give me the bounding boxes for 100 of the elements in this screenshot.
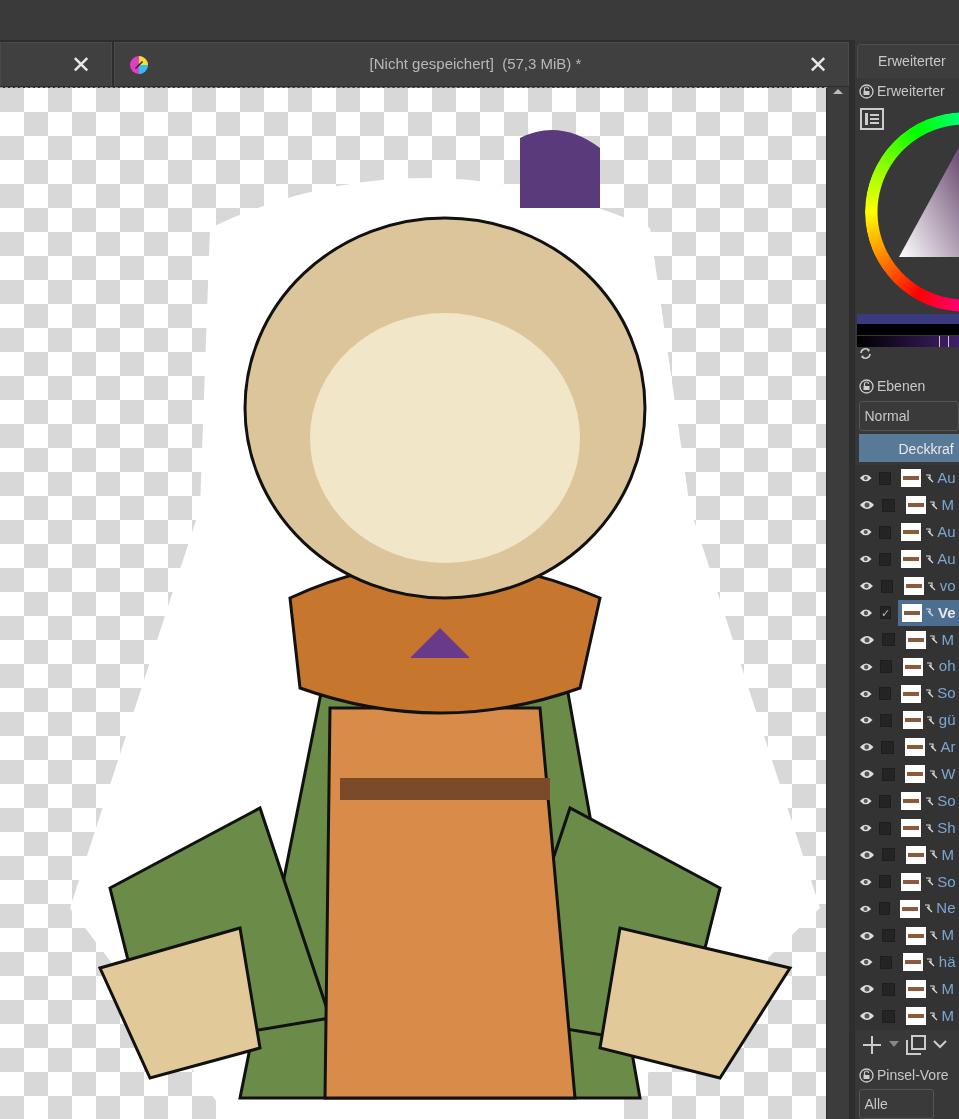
layer-row[interactable]: hä: [855, 949, 959, 976]
inherit-alpha-icon[interactable]: [924, 796, 934, 806]
list-view-icon[interactable]: [860, 108, 884, 130]
layer-row[interactable]: M: [855, 975, 959, 1003]
layer-name: gü: [938, 710, 956, 731]
inherit-alpha-icon[interactable]: [929, 984, 938, 994]
inherit-alpha-icon[interactable]: [923, 904, 933, 914]
inherit-alpha-icon[interactable]: [929, 1011, 938, 1021]
layer-row[interactable]: Sh: [855, 814, 959, 842]
layer-row[interactable]: W: [855, 760, 959, 788]
eye-icon[interactable]: [859, 741, 875, 754]
opacity-slider[interactable]: Deckkraf: [858, 434, 959, 462]
document-tab[interactable]: ✕: [0, 42, 112, 86]
layer-name: M: [941, 495, 954, 516]
color-triangle[interactable]: [899, 147, 959, 257]
slider-label: Deckkraf: [898, 440, 954, 460]
eye-icon[interactable]: [859, 580, 874, 592]
eye-icon[interactable]: [859, 499, 875, 512]
inherit-alpha-icon[interactable]: [928, 742, 937, 752]
lock-icon[interactable]: [858, 84, 874, 99]
duplicate-layer-button[interactable]: [906, 1033, 926, 1055]
layer-row[interactable]: So: [855, 680, 959, 707]
chevron-down-icon[interactable]: [933, 1038, 947, 1049]
eye-icon[interactable]: [859, 633, 875, 646]
inherit-alpha-icon[interactable]: [924, 823, 934, 833]
add-layer-button[interactable]: [862, 1033, 882, 1055]
eye-icon[interactable]: [859, 1010, 875, 1023]
blend-mode-select[interactable]: Normal: [858, 400, 959, 431]
layer-row[interactable]: So: [855, 787, 959, 815]
inherit-alpha-icon[interactable]: [929, 850, 938, 860]
eye-icon[interactable]: [859, 660, 874, 673]
layer-name: So: [937, 790, 956, 811]
layer-thumbnail: [902, 711, 923, 730]
lock-icon[interactable]: [858, 379, 874, 395]
layer-thumbnail: [901, 550, 922, 569]
layer-name: Ar: [940, 737, 956, 758]
color-slider[interactable]: [857, 336, 959, 347]
eye-icon[interactable]: [859, 956, 874, 969]
layer-name: So: [937, 683, 956, 704]
layer-name: M: [941, 844, 954, 865]
layer-name: Au: [937, 548, 956, 569]
eye-icon[interactable]: [859, 929, 875, 942]
layer-name: So: [937, 871, 956, 892]
inherit-alpha-icon[interactable]: [924, 527, 934, 537]
inherit-alpha-icon[interactable]: [926, 715, 936, 725]
inherit-alpha-icon[interactable]: [929, 931, 938, 941]
filter-select[interactable]: Alle: [858, 1089, 934, 1119]
inherit-alpha-icon[interactable]: [929, 635, 938, 645]
caret-icon[interactable]: [889, 1040, 899, 1047]
close-button[interactable]: ✕: [65, 52, 97, 77]
layer-thumbnail: [905, 845, 926, 864]
layer-row[interactable]: Au: [855, 465, 959, 492]
inherit-alpha-icon[interactable]: [926, 662, 936, 672]
inherit-alpha-icon[interactable]: [924, 877, 934, 887]
layer-row[interactable]: Au: [855, 545, 959, 573]
layer-thumbnail: [900, 899, 921, 918]
layer-thumbnail: [905, 1007, 926, 1026]
inherit-alpha-icon[interactable]: [924, 554, 934, 564]
eye-icon[interactable]: [859, 983, 875, 996]
refresh-icon[interactable]: [858, 347, 872, 361]
eye-icon[interactable]: [859, 822, 873, 834]
eye-icon[interactable]: [859, 714, 874, 727]
layer-row[interactable]: vo: [855, 572, 959, 600]
layer-thumbnail: [905, 496, 926, 515]
document-tab[interactable]: [Nicht gespeichert] (57,3 MiB) * ✕: [114, 42, 849, 86]
docker-title: Ebenen: [877, 377, 926, 397]
inherit-alpha-icon[interactable]: [928, 769, 938, 779]
inherit-alpha-icon[interactable]: [924, 473, 934, 483]
eye-icon[interactable]: [859, 848, 875, 861]
layer-row[interactable]: gü: [855, 707, 959, 734]
layer-thumbnail: [904, 738, 925, 757]
layer-row[interactable]: Au: [855, 518, 959, 546]
docker-title: Erweiterter: [877, 82, 945, 101]
layer-row[interactable]: M: [855, 1002, 959, 1030]
layer-row[interactable]: Ne: [855, 895, 959, 923]
layer-thumbnail: [901, 872, 922, 891]
layer-row[interactable]: Ar: [855, 733, 959, 761]
layer-checkbox[interactable]: ✓: [879, 606, 892, 620]
layer-name: oh: [938, 656, 956, 677]
slider-handle[interactable]: [938, 336, 949, 347]
layer-row[interactable]: oh: [855, 653, 959, 681]
inherit-alpha-icon[interactable]: [929, 500, 938, 510]
inherit-alpha-icon[interactable]: [926, 957, 936, 967]
layer-row[interactable]: M: [855, 922, 959, 950]
lock-icon[interactable]: [858, 1067, 874, 1083]
close-button[interactable]: ✕: [802, 52, 834, 77]
layer-row[interactable]: M: [855, 626, 959, 654]
color-bars[interactable]: [857, 314, 959, 335]
layer-name: Au: [937, 468, 956, 489]
layer-thumbnail: [901, 523, 922, 542]
layer-thumbnail: [901, 603, 922, 622]
inherit-alpha-icon[interactable]: [924, 689, 934, 699]
layer-thumbnail: [901, 819, 922, 837]
eye-icon[interactable]: [859, 768, 875, 781]
layer-name: W: [941, 764, 956, 784]
layer-row[interactable]: M: [855, 841, 959, 869]
inherit-alpha-icon[interactable]: [927, 581, 937, 591]
layer-row[interactable]: M: [855, 491, 959, 519]
layer-row[interactable]: So: [855, 868, 959, 896]
layer-thumbnail: [905, 765, 926, 784]
